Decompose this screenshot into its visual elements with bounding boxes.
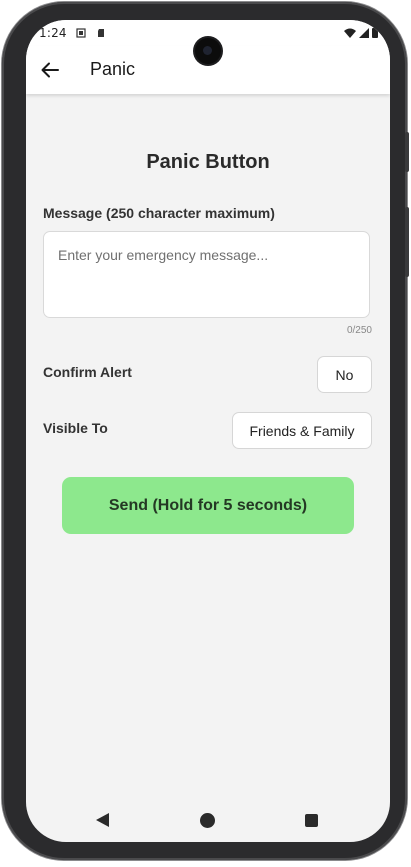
front-camera <box>195 38 221 64</box>
volume-button <box>405 132 409 172</box>
back-triangle-icon[interactable] <box>96 813 109 827</box>
visible-to-label: Visible To <box>43 420 108 436</box>
visible-to-value: Friends & Family <box>249 422 355 439</box>
phone-frame: 1:24 Panic Panic Button Message (250 cha… <box>2 2 409 860</box>
sd-card-icon <box>98 29 104 37</box>
screen: 1:24 Panic Panic Button Message (250 cha… <box>26 20 390 842</box>
visible-to-button[interactable]: Friends & Family <box>232 412 372 449</box>
system-nav-bar <box>26 806 390 842</box>
wifi-icon <box>344 28 356 38</box>
status-icons <box>344 27 378 38</box>
recents-square-icon[interactable] <box>305 814 318 827</box>
character-count: 0/250 <box>346 325 372 336</box>
page-title: Panic Button <box>146 151 270 173</box>
confirm-alert-value: No <box>335 366 354 383</box>
confirm-alert-button[interactable]: No <box>317 356 372 393</box>
back-button[interactable] <box>38 58 62 82</box>
message-input[interactable] <box>43 231 370 318</box>
home-circle-icon[interactable] <box>200 813 215 828</box>
message-label: Message (250 character maximum) <box>43 205 275 221</box>
send-button-label: Send (Hold for 5 seconds) <box>108 496 308 514</box>
screenshot-icon <box>76 28 86 38</box>
status-time: 1:24 <box>39 26 67 40</box>
confirm-alert-label: Confirm Alert <box>43 364 132 380</box>
app-title: Panic <box>90 59 136 79</box>
power-button <box>405 207 409 277</box>
arrow-left-icon <box>41 62 59 78</box>
send-button[interactable]: Send (Hold for 5 seconds) <box>62 477 354 534</box>
signal-icon <box>359 27 369 38</box>
battery-icon <box>372 27 378 38</box>
